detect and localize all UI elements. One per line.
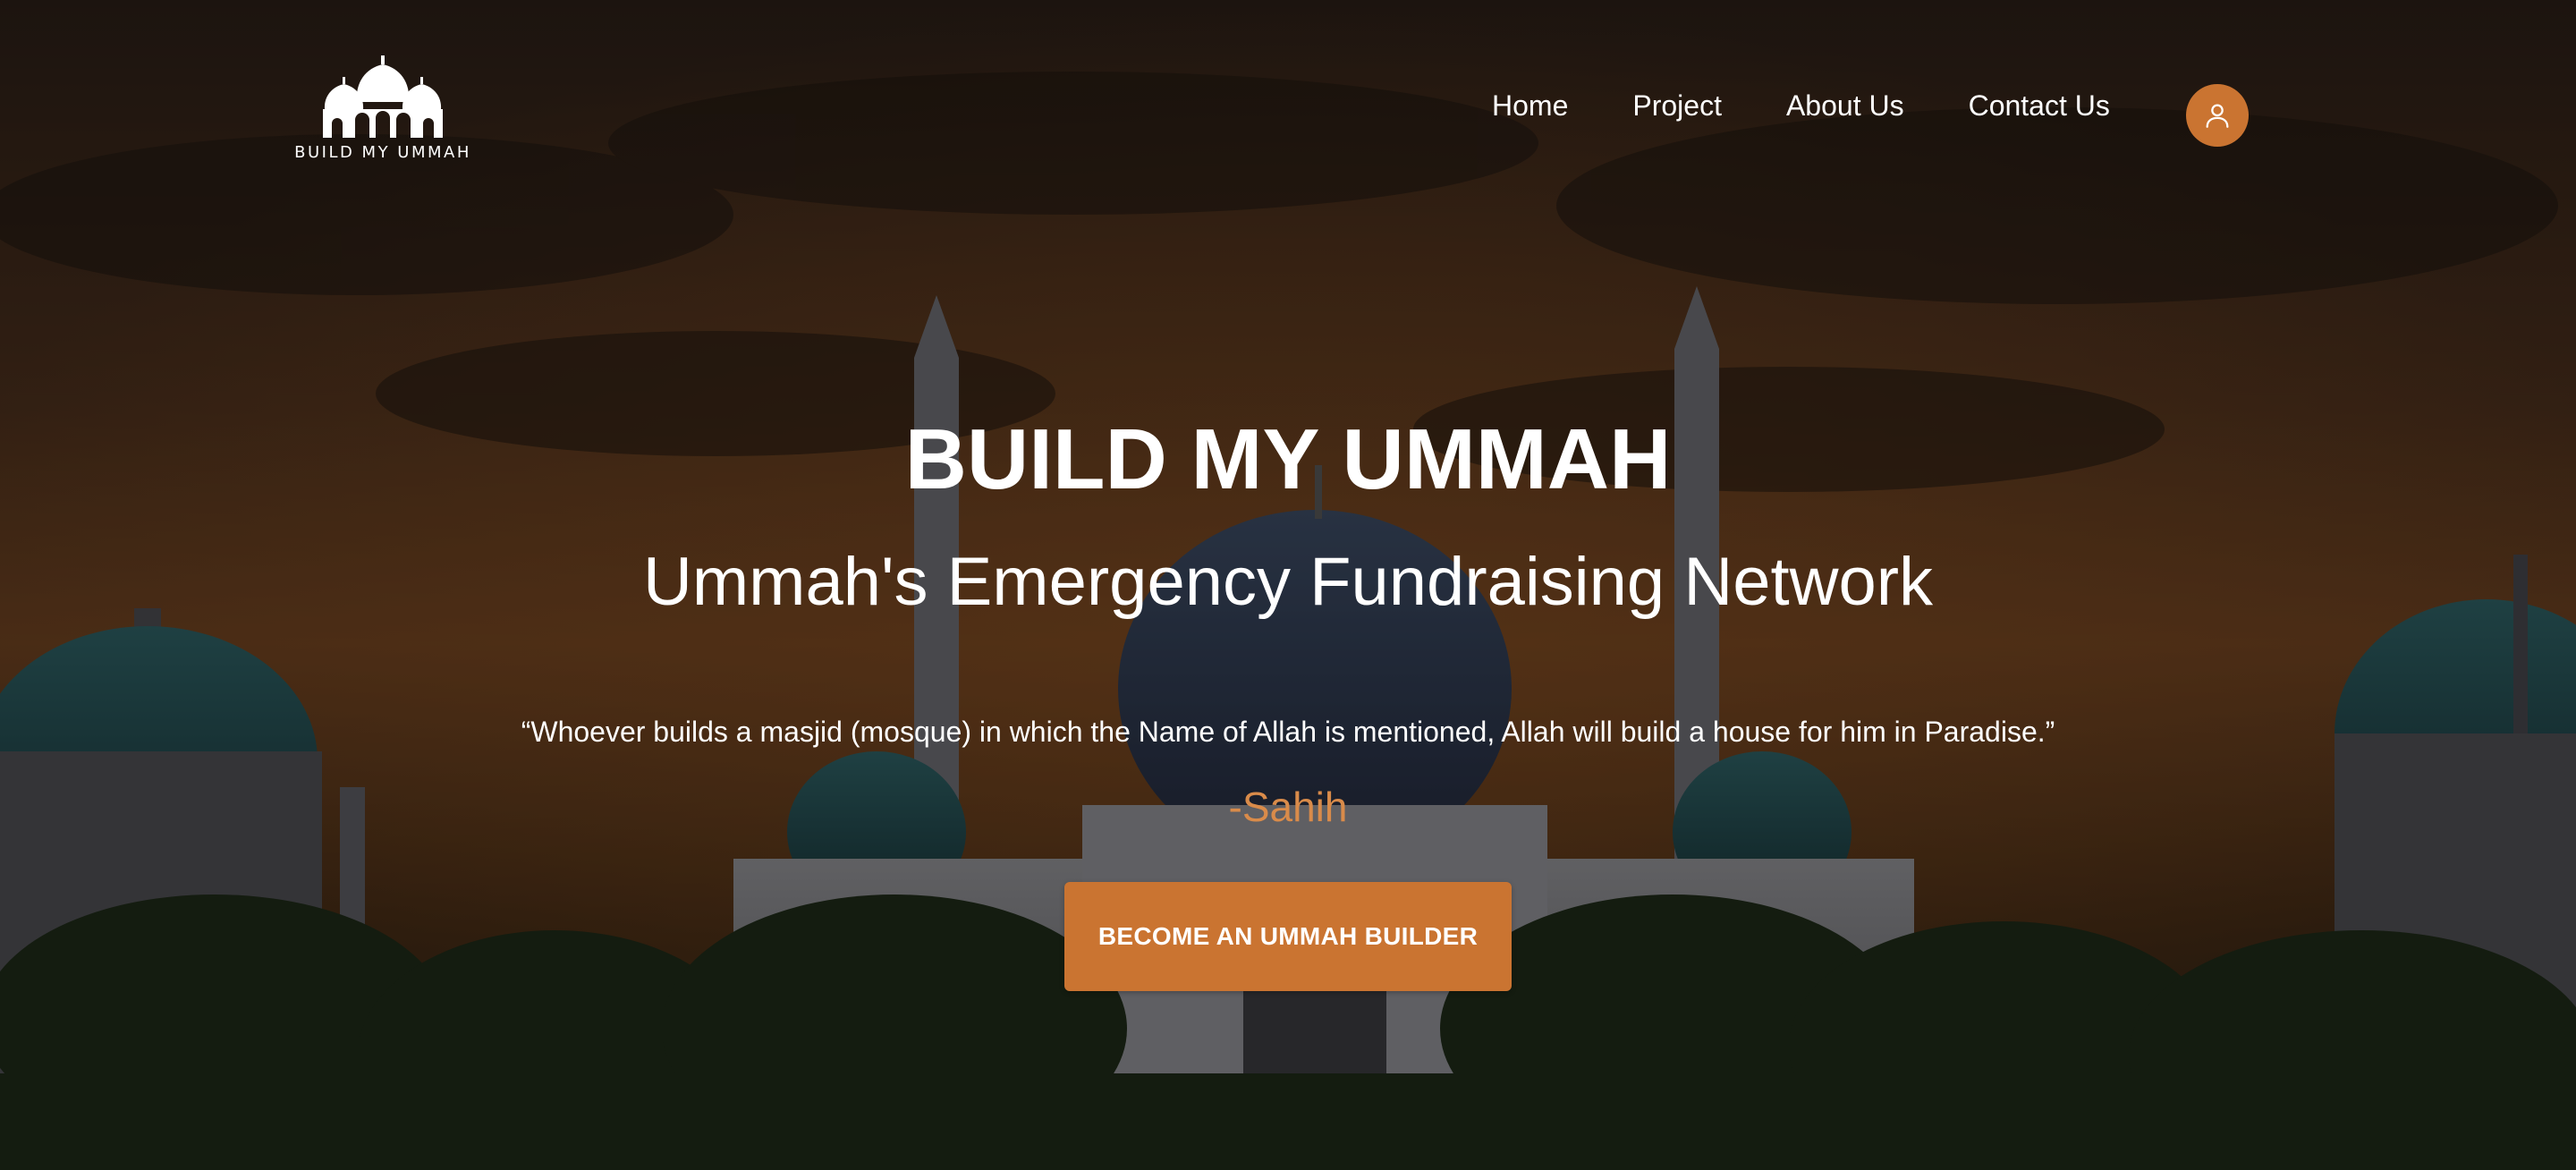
nav-item-contact-us[interactable]: Contact Us	[1969, 88, 2110, 123]
mosque-domes-icon	[323, 55, 443, 138]
site-header: BUILD MY UMMAH Home Project About Us Con…	[0, 0, 2576, 179]
quote-attribution: -Sahih	[1228, 784, 1348, 830]
nav-item-project[interactable]: Project	[1632, 88, 1722, 123]
hero-title: BUILD MY UMMAH	[904, 411, 1672, 507]
nav-item-home[interactable]: Home	[1492, 88, 1568, 123]
user-account-button[interactable]	[2186, 84, 2249, 147]
nav-item-about-us[interactable]: About Us	[1786, 88, 1904, 123]
hadith-quote: “Whoever builds a masjid (mosque) in whi…	[521, 716, 2055, 748]
main-nav: Home Project About Us Contact Us	[1492, 88, 2110, 123]
brand-logo[interactable]: BUILD MY UMMAH	[293, 55, 472, 170]
hero-section: BUILD MY UMMAH Home Project About Us Con…	[0, 0, 2576, 1170]
brand-name: BUILD MY UMMAH	[294, 143, 471, 162]
become-ummah-builder-button[interactable]: BECOME AN UMMAH BUILDER	[1064, 882, 1512, 991]
hero-subtitle: Ummah's Emergency Fundraising Network	[642, 544, 1934, 620]
user-icon	[2206, 104, 2229, 128]
